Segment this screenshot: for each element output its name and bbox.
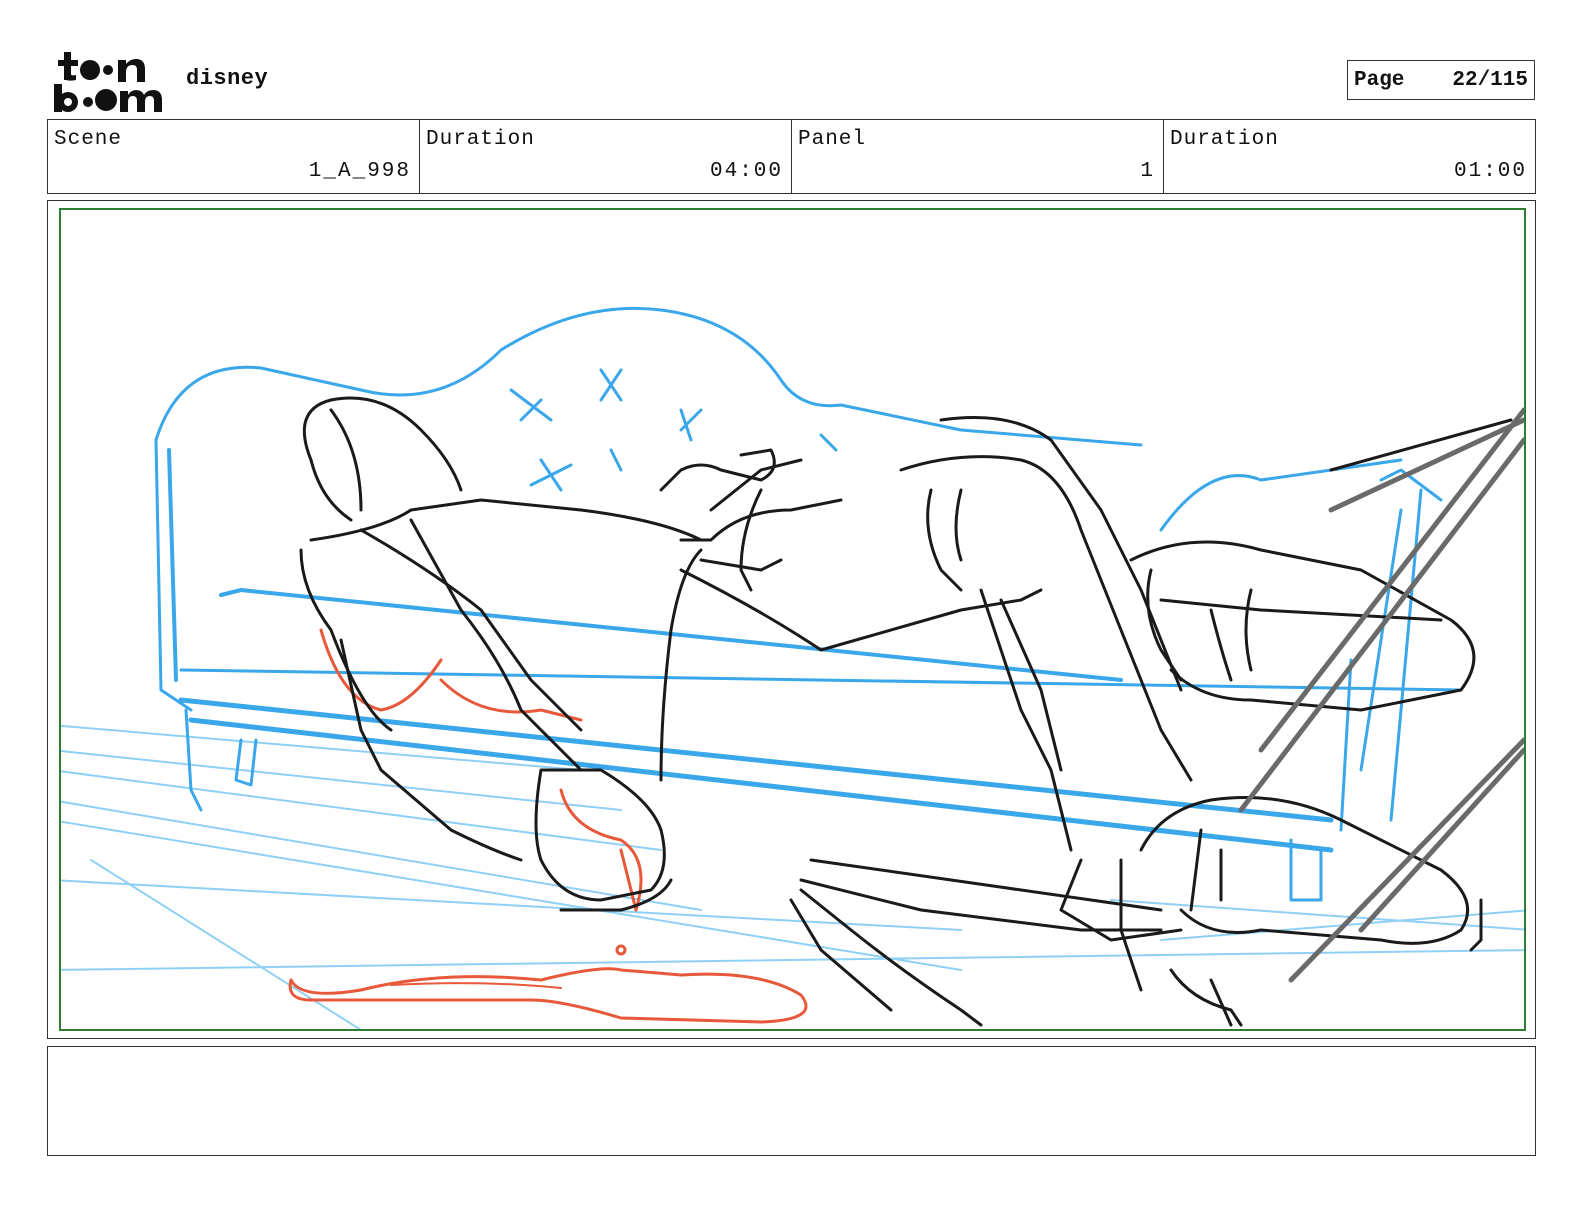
scene-label: Scene (54, 128, 123, 151)
panel-sketch (59, 208, 1526, 1031)
scene-info-table: Scene 1_A_998 Duration 04:00 Panel 1 Dur… (47, 119, 1536, 194)
panel-notes-box (47, 1046, 1536, 1156)
page-indicator: Page 22/115 (1347, 60, 1535, 100)
panel-cell: Panel 1 (792, 120, 1164, 193)
page-number: 22/115 (1452, 68, 1528, 92)
storyboard-sketch (61, 306, 1524, 1029)
project-name: disney (186, 66, 269, 91)
panel-label: Panel (798, 128, 867, 151)
panel-duration-cell: Duration 01:00 (1164, 120, 1535, 193)
scene-cell: Scene 1_A_998 (48, 120, 420, 193)
scene-duration-value: 04:00 (709, 160, 783, 183)
scene-duration-cell: Duration 04:00 (420, 120, 792, 193)
scene-value: 1_A_998 (308, 160, 411, 183)
panel-duration-label: Duration (1170, 128, 1279, 151)
scene-duration-label: Duration (426, 128, 535, 151)
panel-value: 1 (1140, 160, 1155, 183)
page-label: Page (1354, 68, 1405, 92)
toon-boom-logo (50, 48, 168, 114)
panel-duration-value: 01:00 (1453, 160, 1527, 183)
